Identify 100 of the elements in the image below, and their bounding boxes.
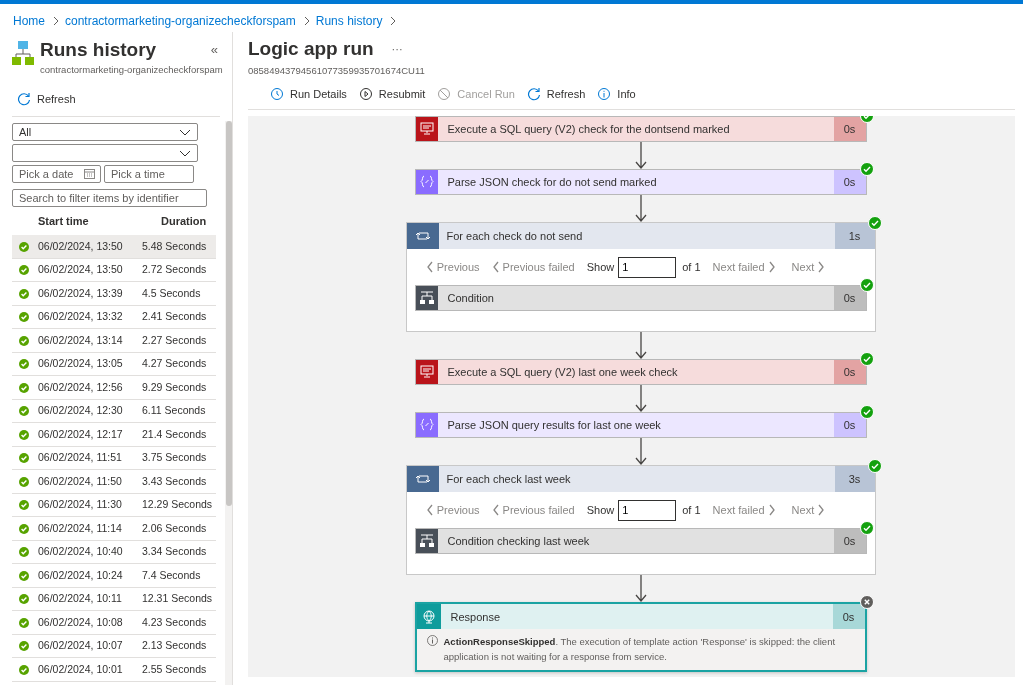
connector-arrow [634, 438, 647, 466]
breadcrumb-link[interactable]: Home [13, 12, 45, 30]
toolbar-button[interactable]: Refresh [526, 85, 586, 103]
run-row[interactable]: 06/02/2024, 10:40 3.34 Seconds [12, 540, 216, 565]
run-row[interactable]: 06/02/2024, 13:50 2.72 Seconds [12, 258, 216, 283]
run-row[interactable]: 06/02/2024, 13:14 2.27 Seconds [12, 329, 216, 353]
page-input[interactable]: 1 [618, 499, 677, 521]
panel-subtitle: contractormarketing-organizecheckforspam [40, 62, 224, 77]
caret-icon [179, 148, 191, 158]
search-field[interactable]: Search to filter items by identifier [12, 189, 207, 208]
success-icon [19, 382, 29, 393]
run-row[interactable]: 06/02/2024, 12:17 21.4 Seconds [12, 423, 216, 447]
run-row[interactable]: 06/02/2024, 12:30 6.11 Seconds [12, 399, 216, 424]
action-card[interactable]: Response 0s [416, 604, 865, 630]
error-message: ActionResponseSkipped. The execution of template action 'Response' is skipped: the client application is not waiting for a response from service. [443, 635, 837, 664]
success-icon [19, 312, 29, 322]
run-row[interactable]: 06/02/2024, 13:32 2.41 Seconds [12, 305, 216, 330]
condition-icon [419, 534, 434, 549]
connector-arrow [634, 575, 647, 603]
pager-link[interactable]: Next failed [712, 502, 776, 519]
status-dropdown[interactable]: All [12, 123, 198, 142]
toolbar-button[interactable]: Info [597, 85, 636, 103]
info-icon [597, 87, 612, 101]
filter-dropdown[interactable] [12, 144, 198, 163]
page-input[interactable]: 1 [618, 256, 677, 278]
monitor-icon [419, 365, 434, 380]
run-row[interactable]: 06/02/2024, 10:24 7.4 Seconds [12, 564, 216, 588]
success-icon [19, 641, 29, 651]
cancel-icon [437, 87, 452, 101]
pager-link[interactable]: Previous [425, 502, 480, 519]
success-icon [19, 500, 29, 510]
run-row[interactable]: 06/02/2024, 13:50 5.48 Seconds [12, 235, 216, 259]
time-picker[interactable]: Pick a time [104, 165, 194, 184]
pager-link[interactable]: Next [791, 259, 826, 276]
toolbar-button[interactable]: Resubmit [358, 85, 426, 103]
run-row[interactable]: 06/02/2024, 11:14 2.06 Seconds [12, 517, 216, 541]
show-label: Show [586, 503, 615, 518]
success-icon [19, 335, 29, 346]
pager-link[interactable]: Previous failed [491, 259, 575, 276]
caret-icon [179, 127, 191, 137]
success-icon [19, 523, 29, 534]
connector-arrow [634, 195, 647, 223]
success-icon [19, 476, 29, 487]
breadcrumb-link[interactable]: contractormarketing-organizecheckforspam [65, 12, 296, 30]
chevron-left-icon [425, 504, 434, 517]
page-title: Logic app run [248, 37, 374, 61]
pager-link[interactable]: Previous [425, 259, 480, 276]
toolbar-button[interactable]: Run Details [270, 85, 347, 103]
run-row[interactable]: 06/02/2024, 10:08 4.23 Seconds [12, 611, 216, 635]
panel-title: Runs history [40, 40, 157, 60]
column-header: Start time [38, 214, 90, 229]
connector-arrow [634, 332, 647, 360]
action-card[interactable]: Execute a SQL query (V2) check for the dontsend marked 0s [414, 116, 867, 143]
connector-arrow [634, 142, 647, 170]
scrollbar[interactable] [225, 121, 232, 685]
loop-header[interactable]: For each check do not send 1s [406, 223, 875, 250]
chevron-right-icon [767, 261, 776, 274]
chevron-left-icon [425, 261, 434, 274]
success-icon [19, 429, 29, 440]
column-header: Duration [161, 214, 207, 229]
refresh-icon [526, 87, 541, 101]
action-card[interactable]: Condition checking last week 0s [414, 528, 867, 555]
globe-icon [421, 609, 436, 624]
run-row[interactable]: 06/02/2024, 13:39 4.5 Seconds [12, 282, 216, 306]
run-row[interactable]: 06/02/2024, 10:01 2.55 Seconds [12, 658, 216, 682]
run-row[interactable]: 06/02/2024, 13:05 4.27 Seconds [12, 352, 216, 377]
success-icon [19, 453, 29, 463]
run-row[interactable]: 06/02/2024, 11:51 3.75 Seconds [12, 446, 216, 471]
success-icon [19, 594, 29, 604]
pager-link[interactable]: Next failed [712, 259, 776, 276]
run-row[interactable]: 06/02/2024, 12:56 9.29 Seconds [12, 376, 216, 400]
refresh-button[interactable]: Refresh [17, 90, 232, 108]
refresh-icon [17, 92, 31, 106]
action-card[interactable]: Execute a SQL query (V2) last one week check 0s [414, 359, 867, 386]
connector-arrow [634, 385, 647, 413]
success-icon [19, 570, 29, 581]
pager-link[interactable]: Previous failed [491, 502, 575, 519]
condition-icon [419, 291, 434, 306]
loop-header[interactable]: For each check last week 3s [406, 466, 875, 493]
breadcrumb-link[interactable]: Runs history [315, 12, 383, 30]
chevron-left-icon [491, 261, 500, 274]
page-count: of 1 [682, 260, 701, 275]
action-card[interactable]: Parse JSON query results for last one week 0s [414, 412, 867, 439]
success-icon [19, 241, 29, 252]
run-row[interactable]: 06/02/2024, 11:30 12.29 Seconds [12, 493, 216, 518]
chevron-right-icon [767, 504, 776, 517]
more-button[interactable]: ··· [391, 41, 403, 58]
info-icon [426, 635, 438, 647]
date-picker[interactable]: Pick a date [12, 165, 101, 184]
run-row[interactable]: 06/02/2024, 10:07 2.13 Seconds [12, 634, 216, 659]
action-card[interactable]: Parse JSON check for do not send marked 0s [414, 169, 867, 196]
run-row[interactable]: 06/02/2024, 10:11 12.31 Seconds [12, 587, 216, 612]
braces-icon [419, 175, 434, 190]
success-icon [19, 617, 29, 628]
page-count: of 1 [682, 503, 701, 518]
pager-link[interactable]: Next [791, 502, 826, 519]
collapse-button[interactable]: « [210, 40, 218, 60]
action-card[interactable]: Condition 0s [414, 285, 867, 312]
resubmit-icon [358, 87, 373, 101]
run-row[interactable]: 06/02/2024, 11:50 3.43 Seconds [12, 470, 216, 494]
